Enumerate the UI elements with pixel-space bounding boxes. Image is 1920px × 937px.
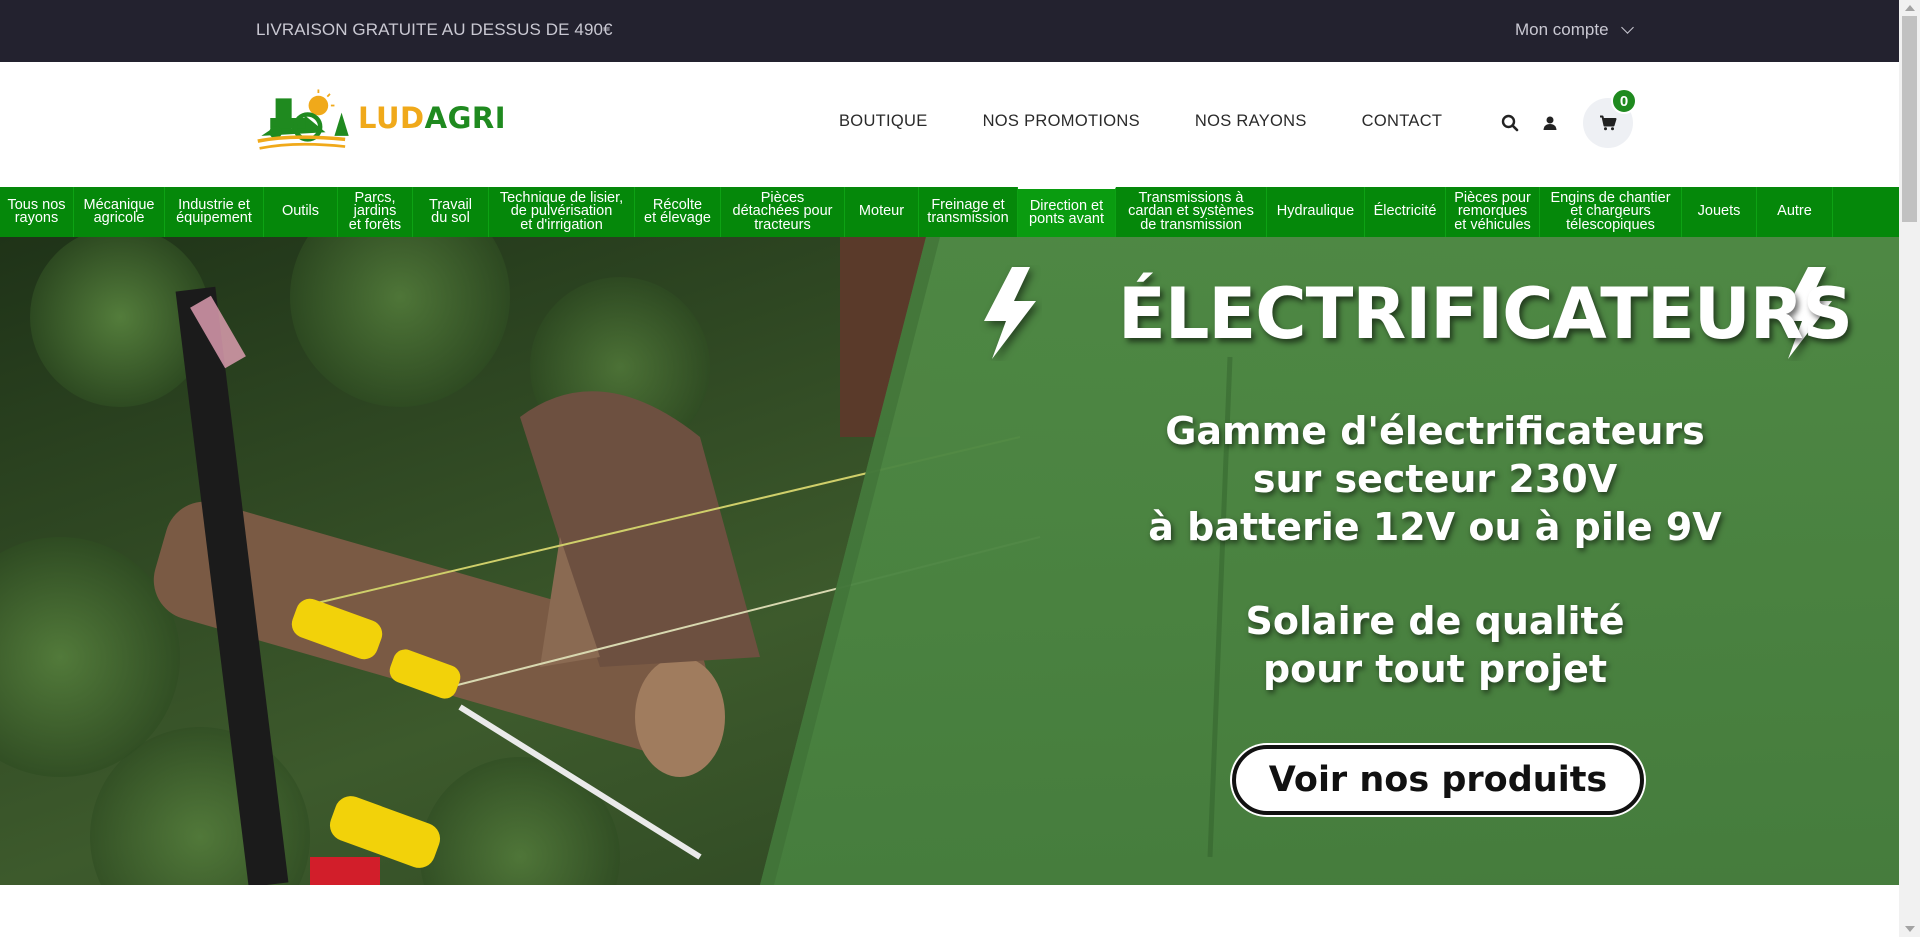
vertical-scrollbar[interactable] xyxy=(1899,0,1920,937)
scroll-down-arrow-icon[interactable] xyxy=(1905,926,1915,932)
nav-contact[interactable]: CONTACT xyxy=(1362,112,1443,131)
main-navigation: BOUTIQUE NOS PROMOTIONS NOS RAYONS CONTA… xyxy=(839,112,1442,131)
account-menu[interactable]: Mon compte xyxy=(1515,20,1634,40)
category-tous-nos-rayons[interactable]: Tous nos rayons xyxy=(0,187,74,237)
category-freinage-transmission[interactable]: Freinage et transmission xyxy=(919,187,1018,237)
site-header: LUDAGRI BOUTIQUE NOS PROMOTIONS NOS RAYO… xyxy=(0,62,1899,187)
lightning-bolt-icon xyxy=(984,267,1036,359)
category-electricite[interactable]: Électricité xyxy=(1365,187,1446,237)
category-pieces-tracteurs[interactable]: Pièces détachées pour tracteurs xyxy=(721,187,845,237)
category-autre[interactable]: Autre xyxy=(1757,187,1833,237)
category-parcs-jardins-forets[interactable]: Parcs, jardins et forêts xyxy=(338,187,413,237)
category-direction-ponts-avant[interactable]: Direction et ponts avant xyxy=(1018,187,1116,237)
nav-boutique[interactable]: BOUTIQUE xyxy=(839,112,928,131)
category-recolte-elevage[interactable]: Récolte et élevage xyxy=(635,187,721,237)
cart-button[interactable]: 0 xyxy=(1583,88,1637,148)
header-icons: 0 xyxy=(1490,88,1637,148)
view-products-button[interactable]: Voir nos produits xyxy=(1232,745,1644,815)
page: LIVRAISON GRATUITE AU DESSUS DE 490€ Mon… xyxy=(0,0,1920,937)
category-technique-lisier[interactable]: Technique de lisier, de pulvérisation et… xyxy=(489,187,635,237)
category-moteur[interactable]: Moteur xyxy=(845,187,919,237)
category-engins-chantier[interactable]: Engins de chantier et chargeurs télescop… xyxy=(1540,187,1682,237)
category-hydraulique[interactable]: Hydraulique xyxy=(1267,187,1365,237)
top-bar: LIVRAISON GRATUITE AU DESSUS DE 490€ Mon… xyxy=(0,0,1899,62)
hero-line-4: Solaire de qualité xyxy=(1245,599,1625,643)
scroll-up-arrow-icon[interactable] xyxy=(1905,5,1915,11)
category-transmissions-cardan[interactable]: Transmissions à cardan et systèmes de tr… xyxy=(1116,187,1267,237)
category-jouets[interactable]: Jouets xyxy=(1682,187,1757,237)
scrollbar-thumb[interactable] xyxy=(1902,16,1917,222)
hero-line-3: à batterie 12V ou à pile 9V xyxy=(1148,505,1722,549)
category-industrie-equipement[interactable]: Industrie et équipement xyxy=(165,187,264,237)
hero-line-2: sur secteur 230V xyxy=(1252,457,1618,501)
logo-text-lud: LUD xyxy=(358,101,425,135)
chevron-down-icon xyxy=(1620,21,1634,34)
account-label: Mon compte xyxy=(1515,20,1609,39)
category-mecanique-agricole[interactable]: Mécanique agricole xyxy=(74,187,165,237)
logo[interactable]: LUDAGRI xyxy=(256,78,506,158)
hero-line-1: Gamme d'électrificateurs xyxy=(1165,409,1705,453)
logo-text-agri: AGRI xyxy=(424,101,506,135)
user-button[interactable] xyxy=(1530,98,1570,148)
category-outils[interactable]: Outils xyxy=(264,187,338,237)
nav-promotions[interactable]: NOS PROMOTIONS xyxy=(983,112,1140,131)
hero-banner: ÉLECTRIFICATEURS Gamme d'électrificateur… xyxy=(0,237,1899,885)
cart-icon xyxy=(1600,115,1617,131)
category-pieces-remorques[interactable]: Pièces pour remorques et véhicules xyxy=(1446,187,1540,237)
category-travail-du-sol[interactable]: Travail du sol xyxy=(413,187,489,237)
free-shipping-banner: LIVRAISON GRATUITE AU DESSUS DE 490€ xyxy=(256,20,613,39)
search-button[interactable] xyxy=(1490,98,1530,148)
logo-wordmark: LUDAGRI xyxy=(358,101,506,135)
nav-rayons[interactable]: NOS RAYONS xyxy=(1195,112,1307,131)
user-icon xyxy=(1543,116,1557,130)
search-icon xyxy=(1501,114,1519,132)
hero-line-5: pour tout projet xyxy=(1262,647,1608,691)
cart-count-badge: 0 xyxy=(1611,88,1637,114)
hero-title: ÉLECTRIFICATEURS xyxy=(1118,273,1853,355)
category-bar: Tous nos rayons Mécanique agricole Indus… xyxy=(0,187,1899,237)
tractor-logo-icon xyxy=(257,89,349,150)
